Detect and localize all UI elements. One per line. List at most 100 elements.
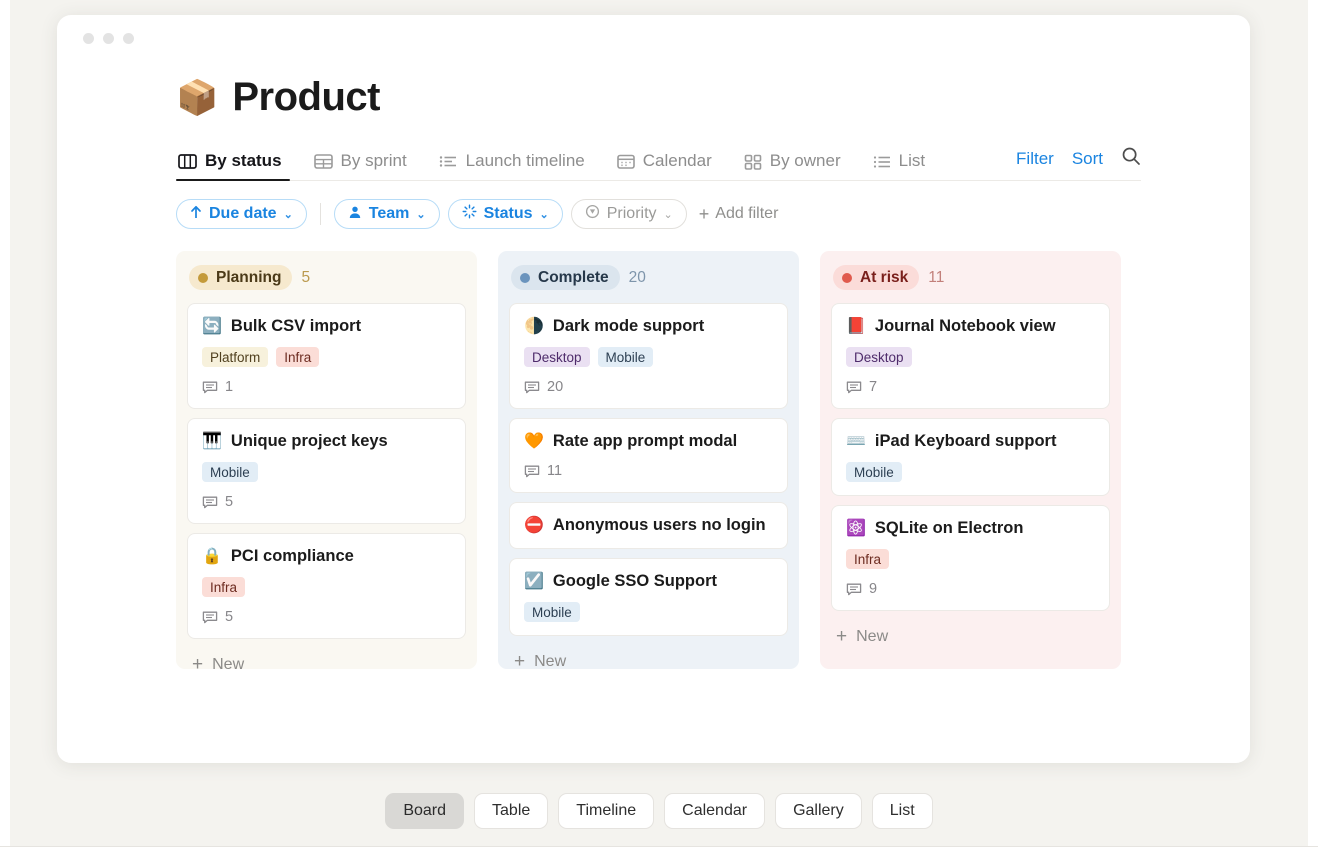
board-column-planning: Planning 5 🔄 Bulk CSV import Platform	[176, 251, 477, 669]
sort-button[interactable]: Sort	[1072, 149, 1103, 169]
filter-chip-label: Due date	[209, 205, 277, 223]
tab-label: Calendar	[643, 151, 712, 171]
timeline-list-icon	[439, 153, 458, 170]
window-body: 📦 Product	[57, 61, 1250, 669]
board-card[interactable]: 🌗 Dark mode support Desktop Mobile	[509, 303, 788, 409]
add-filter-label: Add filter	[715, 205, 778, 223]
app-window: 📦 Product	[57, 15, 1250, 763]
filter-chip-priority[interactable]: Priority ⌄	[571, 199, 687, 229]
filter-chip-label: Priority	[607, 205, 657, 223]
filter-chip-team[interactable]: Team ⌄	[334, 199, 440, 229]
board-columns-icon	[178, 153, 197, 170]
view-button-timeline[interactable]: Timeline	[558, 793, 654, 829]
chevron-down-icon: ⌄	[284, 208, 293, 221]
board-card[interactable]: ⌨️ iPad Keyboard support Mobile	[831, 418, 1110, 496]
tab-calendar[interactable]: Calendar	[601, 151, 728, 180]
filter-button[interactable]: Filter	[1016, 149, 1054, 169]
status-label: Planning	[216, 269, 281, 287]
board-card[interactable]: 🔒 PCI compliance Infra	[187, 533, 466, 639]
comment-count-label: 20	[547, 379, 563, 395]
no-entry-emoji: ⛔	[524, 518, 544, 534]
card-tag[interactable]: Infra	[276, 347, 319, 367]
tab-label: List	[899, 151, 925, 171]
board-card[interactable]: 🧡 Rate app prompt modal	[509, 418, 788, 493]
card-title: SQLite on Electron	[875, 519, 1024, 538]
page-header: 📦 Product	[57, 61, 1250, 181]
status-dot-icon	[842, 273, 852, 283]
tabbar-actions: Filter Sort	[1016, 146, 1141, 180]
add-card-button[interactable]: + New	[187, 648, 466, 688]
view-tabs: By status	[176, 151, 941, 180]
filter-chip-due-date[interactable]: Due date ⌄	[176, 199, 307, 229]
board-card[interactable]: 📕 Journal Notebook view Desktop	[831, 303, 1110, 409]
card-comment-count: 11	[524, 463, 773, 479]
tab-by-status[interactable]: By status	[176, 151, 298, 180]
plus-icon: +	[699, 205, 710, 223]
status-badge[interactable]: Complete	[511, 265, 620, 290]
window-titlebar	[57, 15, 1250, 61]
view-button-table[interactable]: Table	[474, 793, 548, 829]
title-row: 📦 Product	[176, 75, 1250, 120]
view-button-list[interactable]: List	[872, 793, 933, 829]
tab-by-sprint[interactable]: By sprint	[298, 151, 423, 180]
card-tag[interactable]: Desktop	[846, 347, 912, 367]
card-title: Journal Notebook view	[875, 317, 1056, 336]
status-badge[interactable]: At risk	[833, 265, 919, 290]
refresh-emoji: 🔄	[202, 319, 222, 335]
card-tag[interactable]: Mobile	[202, 462, 258, 482]
search-icon[interactable]	[1121, 146, 1141, 171]
board-card[interactable]: ⚛️ SQLite on Electron Infra	[831, 505, 1110, 611]
tab-by-owner[interactable]: By owner	[728, 151, 857, 180]
card-tag[interactable]: Infra	[202, 577, 245, 597]
card-title-row: ⛔ Anonymous users no login	[524, 516, 773, 535]
tab-launch-timeline[interactable]: Launch timeline	[423, 151, 601, 180]
comment-icon	[846, 582, 862, 597]
comment-count-label: 11	[547, 463, 562, 479]
page-bottom-divider	[0, 846, 1318, 854]
chevron-down-icon: ⌄	[416, 208, 425, 221]
card-title: Anonymous users no login	[553, 516, 766, 535]
tab-list[interactable]: List	[857, 151, 941, 180]
status-badge[interactable]: Planning	[189, 265, 292, 290]
board-card[interactable]: 🔄 Bulk CSV import Platform Infra	[187, 303, 466, 409]
view-button-gallery[interactable]: Gallery	[775, 793, 862, 829]
card-title: Google SSO Support	[553, 572, 717, 591]
column-header: Complete 20	[509, 263, 788, 294]
view-button-board[interactable]: Board	[385, 793, 464, 829]
comment-icon	[202, 610, 218, 625]
card-title-row: ☑️ Google SSO Support	[524, 572, 773, 591]
minimize-button[interactable]	[103, 33, 114, 44]
card-title-row: 🧡 Rate app prompt modal	[524, 432, 773, 451]
card-tag[interactable]: Mobile	[598, 347, 654, 367]
column-count: 5	[301, 269, 310, 287]
status-dot-icon	[520, 273, 530, 283]
card-tag[interactable]: Mobile	[524, 602, 580, 622]
tab-label: By owner	[770, 151, 841, 171]
lock-emoji: 🔒	[202, 549, 222, 565]
view-button-calendar[interactable]: Calendar	[664, 793, 765, 829]
comment-icon	[202, 495, 218, 510]
add-filter-button[interactable]: + Add filter	[699, 205, 779, 223]
screen: 📦 Product	[0, 0, 1318, 854]
plus-icon: +	[836, 627, 847, 646]
tab-label: By sprint	[341, 151, 407, 171]
close-button[interactable]	[83, 33, 94, 44]
board-card[interactable]: ☑️ Google SSO Support Mobile	[509, 558, 788, 636]
board-card[interactable]: 🎹 Unique project keys Mobile	[187, 418, 466, 524]
add-card-button[interactable]: + New	[831, 620, 1110, 660]
zoom-button[interactable]	[123, 33, 134, 44]
filter-chip-status[interactable]: Status ⌄	[448, 199, 563, 229]
card-comment-count: 5	[202, 494, 451, 510]
card-title-row: 🔒 PCI compliance	[202, 547, 451, 566]
card-title: iPad Keyboard support	[875, 432, 1057, 451]
column-header: Planning 5	[187, 263, 466, 294]
target-icon	[585, 204, 600, 224]
table-grid-icon	[314, 153, 333, 170]
card-tag[interactable]: Mobile	[846, 462, 902, 482]
column-count: 11	[928, 269, 944, 287]
add-card-button[interactable]: + New	[509, 645, 788, 685]
card-tag[interactable]: Platform	[202, 347, 268, 367]
card-tag[interactable]: Desktop	[524, 347, 590, 367]
board-card[interactable]: ⛔ Anonymous users no login	[509, 502, 788, 549]
card-tag[interactable]: Infra	[846, 549, 889, 569]
